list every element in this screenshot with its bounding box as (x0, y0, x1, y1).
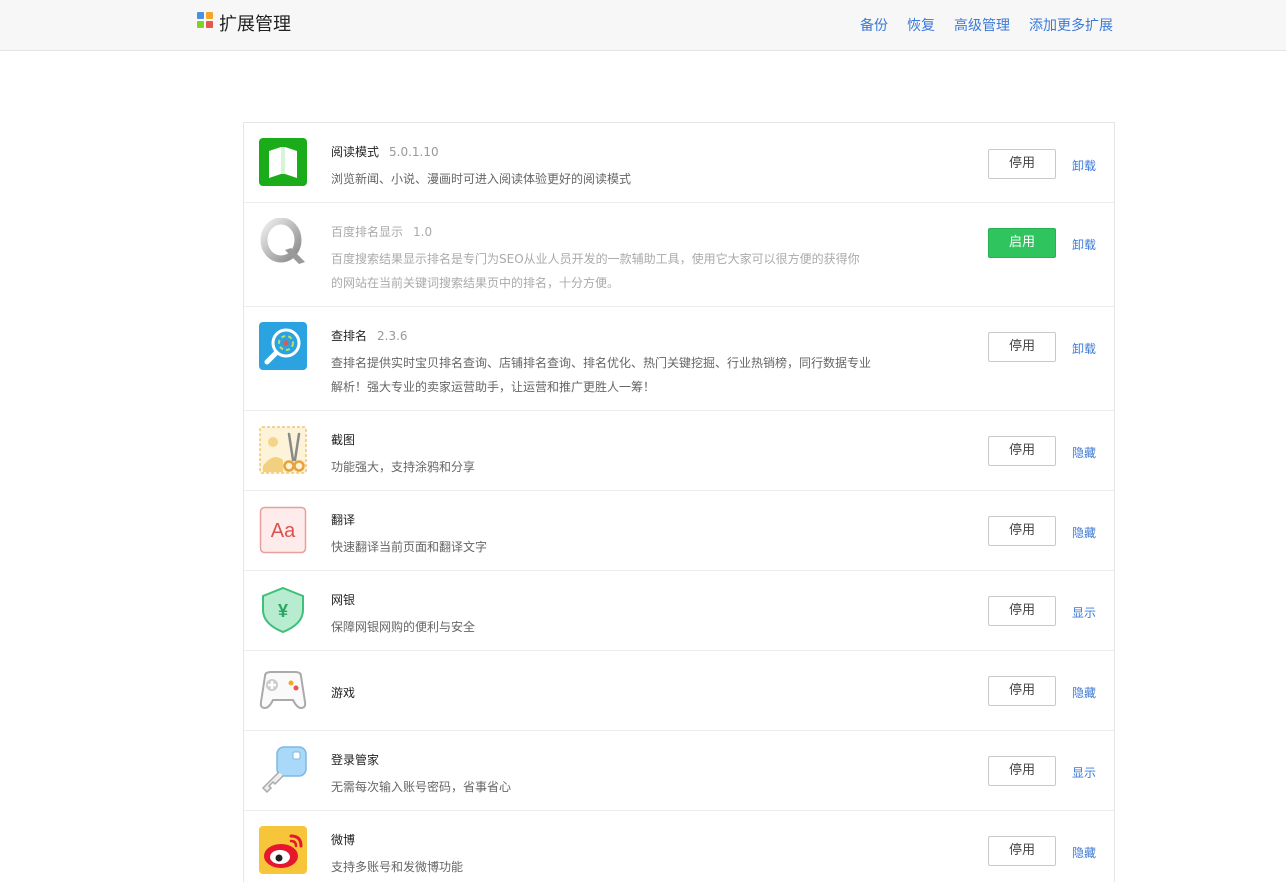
gamepad-icon (259, 671, 307, 710)
translate-aa-icon: Aa (259, 506, 307, 554)
extension-description: 百度搜索结果显示排名是专门为SEO从业人员开发的一款辅助工具，使用它大家可以很方… (331, 252, 860, 290)
restore-link[interactable]: 恢复 (907, 15, 935, 35)
extension-title: 截图 (331, 431, 355, 448)
uninstall-link[interactable]: 卸载 (1072, 340, 1096, 357)
show-link[interactable]: 显示 (1072, 764, 1096, 781)
extension-name: 翻译 (331, 513, 356, 527)
extension-title: 查排名 2.3.6 (331, 327, 408, 344)
extension-title: 阅读模式 5.0.1.10 (331, 143, 439, 160)
magnifier-target-icon (259, 322, 307, 370)
extension-description: 保障网银网购的便利与安全 (331, 620, 476, 634)
extension-description: 支持多账号和发微博功能 (331, 860, 464, 874)
extension-list: 阅读模式 5.0.1.10 浏览新闻、小说、漫画时可进入阅读体验更好的阅读模式 停… (243, 122, 1115, 882)
extension-row: 截图 功能强大，支持涂鸦和分享 停用 隐藏 (244, 411, 1114, 491)
extension-row: Aa 翻译 快速翻译当前页面和翻译文字 停用 隐藏 (244, 491, 1114, 571)
hide-link[interactable]: 隐藏 (1072, 844, 1096, 861)
extension-name: 游戏 (331, 686, 356, 700)
extension-title: 微博 (331, 831, 355, 848)
extension-name: 百度排名显示 (331, 225, 404, 239)
extension-title: 网银 (331, 591, 355, 608)
extension-name: 查排名 (331, 329, 368, 343)
disable-button[interactable]: 停用 (988, 596, 1056, 626)
uninstall-link[interactable]: 卸载 (1072, 236, 1096, 253)
hide-link[interactable]: 隐藏 (1072, 684, 1096, 701)
extension-row: 微博 支持多账号和发微博功能 停用 隐藏 (244, 811, 1114, 882)
show-link[interactable]: 显示 (1072, 604, 1096, 621)
svg-text:Aa: Aa (271, 520, 296, 542)
extension-version: 1.0 (413, 225, 433, 239)
extension-row: 游戏 停用 隐藏 (244, 651, 1114, 731)
key-icon (261, 746, 307, 794)
extension-name: 网银 (331, 593, 356, 607)
extension-description: 功能强大，支持涂鸦和分享 (331, 460, 476, 474)
extension-name: 截图 (331, 433, 356, 447)
enable-button[interactable]: 启用 (988, 228, 1056, 258)
shield-yuan-icon: ¥ (262, 586, 304, 634)
hide-link[interactable]: 隐藏 (1072, 444, 1096, 461)
extension-description: 浏览新闻、小说、漫画时可进入阅读体验更好的阅读模式 (331, 172, 632, 186)
disable-button[interactable]: 停用 (988, 332, 1056, 362)
advanced-manage-link[interactable]: 高级管理 (954, 15, 1010, 35)
extension-row: 阅读模式 5.0.1.10 浏览新闻、小说、漫画时可进入阅读体验更好的阅读模式 停… (244, 123, 1114, 203)
extension-description: 查排名提供实时宝贝排名查询、店铺排名查询、排名优化、热门关键挖掘、行业热销榜，同… (331, 356, 872, 394)
q-letter-icon (260, 218, 305, 264)
extension-row: 查排名 2.3.6 查排名提供实时宝贝排名查询、店铺排名查询、排名优化、热门关键挖… (244, 307, 1114, 411)
disable-button[interactable]: 停用 (988, 516, 1056, 546)
extension-description: 无需每次输入账号密码，省事省心 (331, 780, 512, 794)
hide-link[interactable]: 隐藏 (1072, 524, 1096, 541)
disable-button[interactable]: 停用 (988, 836, 1056, 866)
disable-button[interactable]: 停用 (988, 149, 1056, 179)
weibo-icon (259, 826, 307, 874)
disable-button[interactable]: 停用 (988, 436, 1056, 466)
extension-row: 百度排名显示 1.0 百度搜索结果显示排名是专门为SEO从业人员开发的一款辅助工具… (244, 203, 1114, 307)
app-logo-icon (197, 12, 214, 29)
scissors-icon (259, 426, 307, 474)
extension-name: 阅读模式 (331, 145, 380, 159)
disable-button[interactable]: 停用 (988, 756, 1056, 786)
extension-row: ¥ 网银 保障网银网购的便利与安全 停用 显示 (244, 571, 1114, 651)
disable-button[interactable]: 停用 (988, 676, 1056, 706)
extension-name: 登录管家 (331, 753, 380, 767)
top-bar: 扩展管理 备份 恢复 高级管理 添加更多扩展 (0, 0, 1286, 51)
extension-title: 百度排名显示 1.0 (331, 223, 432, 240)
book-icon (259, 138, 307, 186)
extension-name: 微博 (331, 833, 356, 847)
extension-description: 快速翻译当前页面和翻译文字 (331, 540, 488, 554)
add-more-extensions-link[interactable]: 添加更多扩展 (1029, 15, 1113, 35)
extension-title: 翻译 (331, 511, 355, 528)
page-title: 扩展管理 (219, 14, 291, 35)
extension-title: 游戏 (331, 684, 355, 701)
uninstall-link[interactable]: 卸载 (1072, 157, 1096, 174)
extension-title: 登录管家 (331, 751, 379, 768)
extension-version: 2.3.6 (377, 329, 408, 343)
extension-version: 5.0.1.10 (389, 145, 439, 159)
backup-link[interactable]: 备份 (860, 15, 888, 35)
svg-text:¥: ¥ (278, 601, 288, 621)
extension-row: 登录管家 无需每次输入账号密码，省事省心 停用 显示 (244, 731, 1114, 811)
header-nav: 备份 恢复 高级管理 添加更多扩展 (860, 15, 1113, 35)
